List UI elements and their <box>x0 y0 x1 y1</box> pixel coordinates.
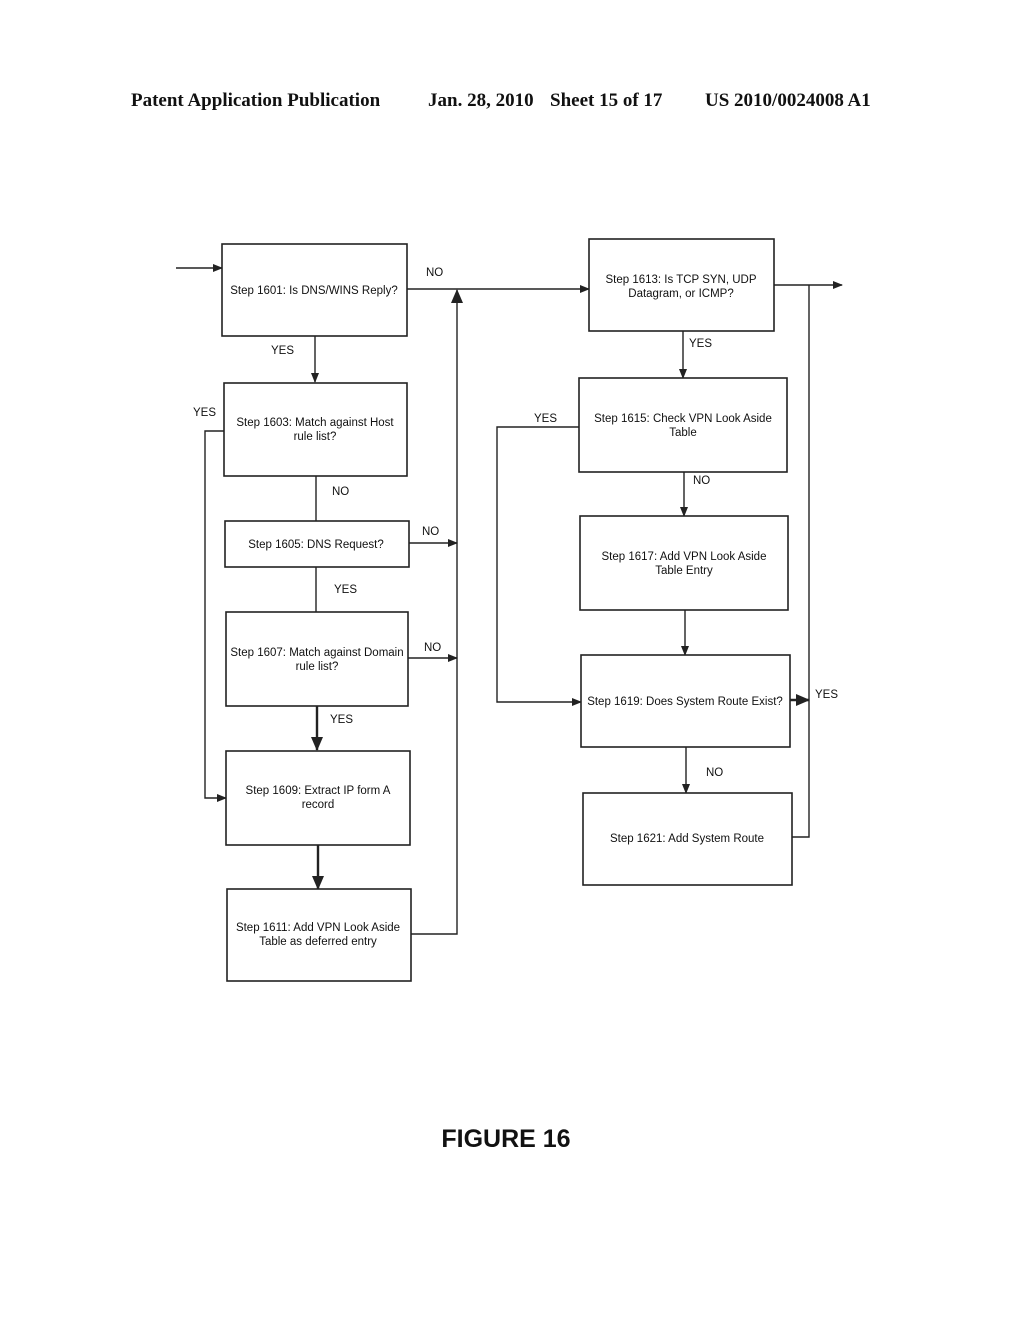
step-1611-text-line1: Step 1611: Add VPN Look Aside <box>236 922 400 934</box>
step-1603-box: Step 1603: Match against Host rule list? <box>223 382 408 477</box>
label-1613-yes: YES <box>689 338 712 350</box>
step-1603-text-line2: rule list? <box>294 431 337 443</box>
step-1609-text-line2: record <box>302 799 335 811</box>
step-1601-text: Step 1601: Is DNS/WINS Reply? <box>230 285 397 297</box>
step-1619-text: Step 1619: Does System Route Exist? <box>587 696 783 708</box>
figure-caption: FIGURE 16 <box>0 1125 1024 1154</box>
step-1607-box: Step 1607: Match against Domain rule lis… <box>225 611 409 707</box>
label-1603-yes: YES <box>193 407 216 419</box>
svg-text:rule list?: rule list? <box>296 661 339 673</box>
svg-text:Step 1617: Add VPN Look Aside: Step 1617: Add VPN Look Aside <box>602 551 767 563</box>
label-1619-no: NO <box>706 767 723 779</box>
svg-text:Step 1603: Match against Host: Step 1603: Match against Host <box>236 417 394 429</box>
step-1607-text-line1: Step 1607: Match against Domain <box>230 647 403 659</box>
label-1607-no: NO <box>424 642 441 654</box>
step-1615-box: Step 1615: Check VPN Look Aside Table <box>578 377 788 473</box>
step-1617-box: Step 1617: Add VPN Look Aside Table Entr… <box>579 515 789 611</box>
svg-text:Step 1613: Is TCP SYN, UDP: Step 1613: Is TCP SYN, UDP <box>605 274 756 286</box>
step-1615-text-line2: Table <box>669 427 697 439</box>
svg-text:Step 1609: Extract IP form A: Step 1609: Extract IP form A <box>246 785 391 797</box>
step-1617-text-line1: Step 1617: Add VPN Look Aside <box>602 551 767 563</box>
svg-text:Step 1605: DNS Request?: Step 1605: DNS Request? <box>248 539 384 551</box>
step-1615-text-line1: Step 1615: Check VPN Look Aside <box>594 413 772 425</box>
label-1605-yes: YES <box>334 584 357 596</box>
step-1609-box: Step 1609: Extract IP form A record <box>225 750 411 846</box>
connector-1603-yes <box>204 430 227 802</box>
svg-text:Table as deferred entry: Table as deferred entry <box>259 936 377 948</box>
svg-text:Step 1611: Add VPN Look Aside: Step 1611: Add VPN Look Aside <box>236 922 400 934</box>
svg-text:Datagram, or ICMP?: Datagram, or ICMP? <box>628 288 733 300</box>
figure-caption-text: FIGURE 16 <box>441 1125 571 1153</box>
svg-text:record: record <box>302 799 335 811</box>
svg-text:Step 1607: Match against Domai: Step 1607: Match against Domain <box>230 647 403 659</box>
svg-text:Step 1601: Is DNS/WINS Reply?: Step 1601: Is DNS/WINS Reply? <box>230 285 397 297</box>
label-1607-yes: YES <box>330 714 353 726</box>
svg-text:Step 1621: Add System Route: Step 1621: Add System Route <box>610 833 764 845</box>
step-1605-box: Step 1605: DNS Request? <box>224 520 410 568</box>
label-1605-no: NO <box>422 526 439 538</box>
step-1611-box: Step 1611: Add VPN Look Aside Table as d… <box>226 888 412 982</box>
connector-1621-return <box>792 285 810 838</box>
step-1621-text: Step 1621: Add System Route <box>610 833 764 845</box>
label-1601-no: NO <box>426 267 443 279</box>
svg-text:Table Entry: Table Entry <box>655 565 713 577</box>
step-1613-box: Step 1613: Is TCP SYN, UDP Datagram, or … <box>588 238 775 332</box>
svg-text:Table: Table <box>669 427 697 439</box>
step-1609-text-line1: Step 1609: Extract IP form A <box>246 785 391 797</box>
svg-text:Step 1619: Does System Route E: Step 1619: Does System Route Exist? <box>587 696 783 708</box>
step-1603-text-line1: Step 1603: Match against Host <box>236 417 394 429</box>
flowchart: Step 1601: Is DNS/WINS Reply? Step 1603:… <box>176 238 843 982</box>
label-1619-yes: YES <box>815 689 838 701</box>
label-1601-yes: YES <box>271 345 294 357</box>
step-1605-text: Step 1605: DNS Request? <box>248 539 384 551</box>
step-1613-text-line2: Datagram, or ICMP? <box>628 288 733 300</box>
label-1603-no: NO <box>332 486 349 498</box>
label-1615-yes: YES <box>534 413 557 425</box>
connector-1611-return <box>411 289 463 935</box>
svg-text:Step 1615: Check VPN Look Asid: Step 1615: Check VPN Look Aside <box>594 413 772 425</box>
svg-text:rule list?: rule list? <box>294 431 337 443</box>
step-1619-box: Step 1619: Does System Route Exist? <box>580 654 791 748</box>
step-1621-box: Step 1621: Add System Route <box>582 792 793 886</box>
label-1615-no: NO <box>693 475 710 487</box>
step-1617-text-line2: Table Entry <box>655 565 713 577</box>
connector-1615-yes <box>496 426 582 706</box>
step-1607-text-line2: rule list? <box>296 661 339 673</box>
step-1601-box: Step 1601: Is DNS/WINS Reply? <box>221 243 408 337</box>
step-1611-text-line2: Table as deferred entry <box>259 936 377 948</box>
step-1613-text-line1: Step 1613: Is TCP SYN, UDP <box>605 274 756 286</box>
